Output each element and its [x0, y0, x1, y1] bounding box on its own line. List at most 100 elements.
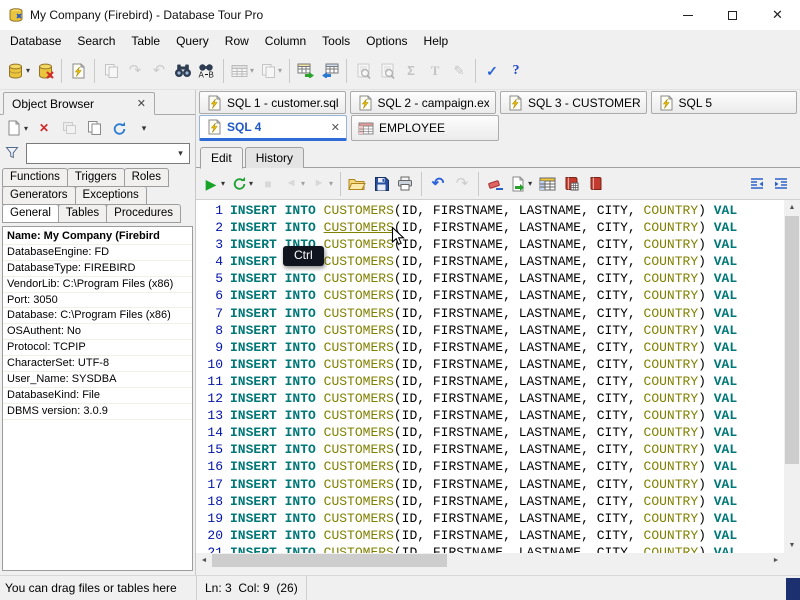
results-grid-button[interactable]: [535, 170, 559, 198]
new-sql-window-button[interactable]: [66, 57, 90, 85]
editor-line[interactable]: 19INSERT INTO CUSTOMERS(ID, FIRSTNAME, L…: [196, 510, 784, 527]
tab-history[interactable]: History: [245, 147, 304, 168]
main-toolbar: ▾↷↶AB▾▾ΣT✎✓?: [0, 52, 800, 90]
menu-row[interactable]: Row: [217, 31, 257, 51]
scroll-up-icon[interactable]: ▲: [784, 200, 800, 215]
new-object-button[interactable]: ▾: [3, 117, 31, 139]
line-number: 14: [196, 424, 230, 441]
menu-tools[interactable]: Tools: [314, 31, 358, 51]
menu-search[interactable]: Search: [69, 31, 123, 51]
table-hyperlink[interactable]: CUSTOMERS: [324, 220, 394, 235]
object-browser-tab[interactable]: Object Browser ✕: [3, 92, 155, 115]
maximize-button[interactable]: [710, 0, 755, 30]
document-tab-sql-5[interactable]: SQL 5: [651, 91, 798, 114]
editor-line[interactable]: 8INSERT INTO CUSTOMERS(ID, FIRSTNAME, LA…: [196, 322, 784, 339]
editor-line[interactable]: 18INSERT INTO CUSTOMERS(ID, FIRSTNAME, L…: [196, 493, 784, 510]
scroll-right-icon[interactable]: ►: [768, 553, 784, 568]
forward-icon: ►: [311, 176, 327, 192]
validate-button[interactable]: ✓: [480, 57, 504, 85]
editor-line[interactable]: 9INSERT INTO CUSTOMERS(ID, FIRSTNAME, LA…: [196, 339, 784, 356]
object-tab-general[interactable]: General: [2, 204, 59, 223]
clear-editor-button[interactable]: [483, 170, 507, 198]
print-button[interactable]: [393, 170, 417, 198]
property-row: VendorLib: C:\Program Files (x86): [3, 277, 192, 293]
printer-icon: [397, 176, 413, 192]
menu-column[interactable]: Column: [257, 31, 314, 51]
indent-right-button[interactable]: [769, 170, 793, 198]
menu-help[interactable]: Help: [416, 31, 457, 51]
line-number: 9: [196, 339, 230, 356]
object-filter-combobox[interactable]: ▾: [26, 143, 190, 164]
horizontal-scrollbar[interactable]: ◄ ►: [196, 553, 784, 568]
menu-query[interactable]: Query: [168, 31, 217, 51]
object-tab-exceptions[interactable]: Exceptions: [75, 186, 147, 205]
editor-line[interactable]: 15INSERT INTO CUSTOMERS(ID, FIRSTNAME, L…: [196, 441, 784, 458]
export-results-button[interactable]: ▾: [507, 170, 535, 198]
editor-line[interactable]: 11INSERT INTO CUSTOMERS(ID, FIRSTNAME, L…: [196, 373, 784, 390]
indent-left-button[interactable]: [745, 170, 769, 198]
letter-t-icon: T: [427, 63, 443, 79]
more-actions-button[interactable]: ▾: [132, 117, 156, 139]
minimize-button[interactable]: [665, 0, 710, 30]
object-tab-functions[interactable]: Functions: [2, 168, 68, 187]
document-tab-sql-2-campaign-ex[interactable]: SQL 2 - campaign.ex...: [350, 91, 497, 114]
line-code: INSERT INTO CUSTOMERS(ID, FIRSTNAME, LAS…: [230, 476, 737, 493]
refresh-objects-button[interactable]: [107, 117, 131, 139]
close-tab-icon[interactable]: ✕: [331, 121, 340, 134]
log-grid-button[interactable]: [559, 170, 583, 198]
export-data-button[interactable]: [294, 57, 318, 85]
paste-icon: [103, 63, 119, 79]
execute-button[interactable]: ▶▾: [200, 170, 228, 198]
editor-line[interactable]: 5INSERT INTO CUSTOMERS(ID, FIRSTNAME, LA…: [196, 270, 784, 287]
menu-database[interactable]: Database: [2, 31, 69, 51]
close-database-button[interactable]: [33, 57, 57, 85]
help-button[interactable]: ?: [504, 57, 528, 85]
document-tab-sql-1-customer-sql[interactable]: SQL 1 - customer.sql: [199, 91, 346, 114]
object-tab-generators[interactable]: Generators: [2, 186, 76, 205]
line-number: 17: [196, 476, 230, 493]
editor-line[interactable]: 16INSERT INTO CUSTOMERS(ID, FIRSTNAME, L…: [196, 458, 784, 475]
object-tab-triggers[interactable]: Triggers: [67, 168, 125, 187]
close-button[interactable]: ✕: [755, 0, 800, 30]
editor-line[interactable]: 14INSERT INTO CUSTOMERS(ID, FIRSTNAME, L…: [196, 424, 784, 441]
editor-line[interactable]: 13INSERT INTO CUSTOMERS(ID, FIRSTNAME, L…: [196, 407, 784, 424]
editor-line[interactable]: 10INSERT INTO CUSTOMERS(ID, FIRSTNAME, L…: [196, 356, 784, 373]
document-tab-sql-3-customer[interactable]: SQL 3 - CUSTOMER_...: [500, 91, 647, 114]
document-tab-employee[interactable]: EMPLOYEE: [351, 115, 499, 141]
document-tab-sql-4[interactable]: SQL 4✕: [199, 115, 347, 141]
vertical-scrollbar[interactable]: ▲ ▼: [784, 200, 800, 553]
editor-line[interactable]: 2INSERT INTO CUSTOMERS(ID, FIRSTNAME, LA…: [196, 219, 784, 236]
editor-line[interactable]: 21INSERT INTO CUSTOMERS(ID, FIRSTNAME, L…: [196, 544, 784, 553]
copy-object-button[interactable]: [82, 117, 106, 139]
open-file-button[interactable]: [345, 170, 369, 198]
menu-table[interactable]: Table: [123, 31, 168, 51]
tab-edit[interactable]: Edit: [200, 147, 243, 169]
find-next-button[interactable]: AB: [195, 57, 219, 85]
scroll-left-icon[interactable]: ◄: [196, 553, 212, 568]
execute-refresh-button[interactable]: ▾: [228, 170, 256, 198]
vscrollbar-thumb[interactable]: [785, 216, 799, 464]
find-button[interactable]: [171, 57, 195, 85]
editor-line[interactable]: 6INSERT INTO CUSTOMERS(ID, FIRSTNAME, LA…: [196, 287, 784, 304]
scroll-down-icon[interactable]: ▼: [784, 538, 800, 553]
menu-options[interactable]: Options: [358, 31, 415, 51]
delete-object-button[interactable]: ✕: [32, 117, 56, 139]
undo-button[interactable]: ↶: [426, 170, 450, 198]
hscrollbar-thumb[interactable]: [212, 554, 447, 567]
open-log-button[interactable]: [583, 170, 607, 198]
filter-icon[interactable]: [5, 146, 21, 160]
editor-line[interactable]: 1INSERT INTO CUSTOMERS(ID, FIRSTNAME, LA…: [196, 202, 784, 219]
combo-dropdown-icon[interactable]: ▾: [172, 148, 189, 159]
editor-line[interactable]: 12INSERT INTO CUSTOMERS(ID, FIRSTNAME, L…: [196, 390, 784, 407]
save-file-button[interactable]: [369, 170, 393, 198]
close-panel-icon[interactable]: ✕: [137, 97, 146, 110]
object-tab-roles[interactable]: Roles: [124, 168, 169, 187]
open-database-button[interactable]: ▾: [4, 57, 33, 85]
editor-line[interactable]: 20INSERT INTO CUSTOMERS(ID, FIRSTNAME, L…: [196, 527, 784, 544]
refresh-green-icon: [231, 176, 247, 192]
editor-line[interactable]: 7INSERT INTO CUSTOMERS(ID, FIRSTNAME, LA…: [196, 305, 784, 322]
editor-line[interactable]: 17INSERT INTO CUSTOMERS(ID, FIRSTNAME, L…: [196, 476, 784, 493]
object-tab-procedures[interactable]: Procedures: [106, 204, 181, 223]
import-data-button[interactable]: [318, 57, 342, 85]
object-tab-tables[interactable]: Tables: [58, 204, 107, 223]
